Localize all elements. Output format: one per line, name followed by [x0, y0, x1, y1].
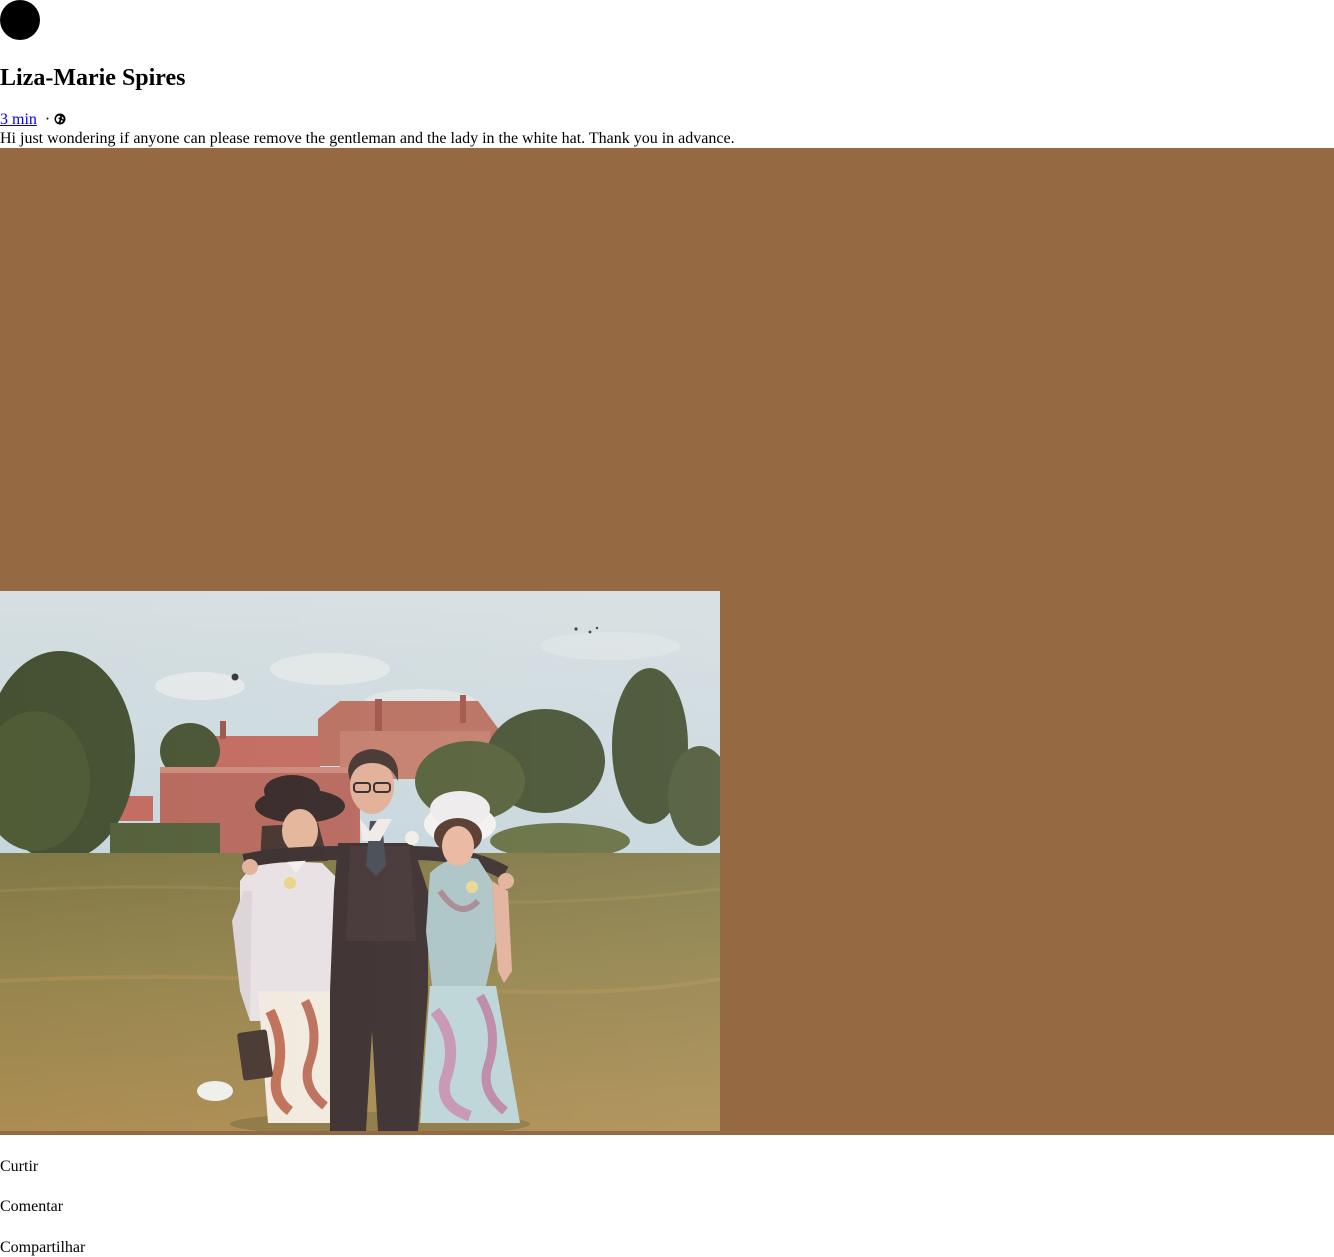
post-photo[interactable] — [0, 591, 720, 1131]
author-name[interactable]: Liza-Marie Spires — [0, 64, 186, 92]
photo-container[interactable] — [0, 148, 1334, 1135]
share-button[interactable]: Compartilhar — [0, 1238, 85, 1257]
post-meta: 3 min · — [0, 110, 66, 129]
avatar[interactable] — [0, 0, 40, 40]
timestamp-link[interactable]: 3 min — [0, 110, 37, 129]
globe-icon — [54, 113, 66, 124]
meta-separator: · — [44, 111, 51, 128]
like-button[interactable]: Curtir — [0, 1157, 38, 1176]
post-text: Hi just wondering if anyone can please r… — [0, 130, 735, 147]
comment-button[interactable]: Comentar — [0, 1197, 63, 1216]
